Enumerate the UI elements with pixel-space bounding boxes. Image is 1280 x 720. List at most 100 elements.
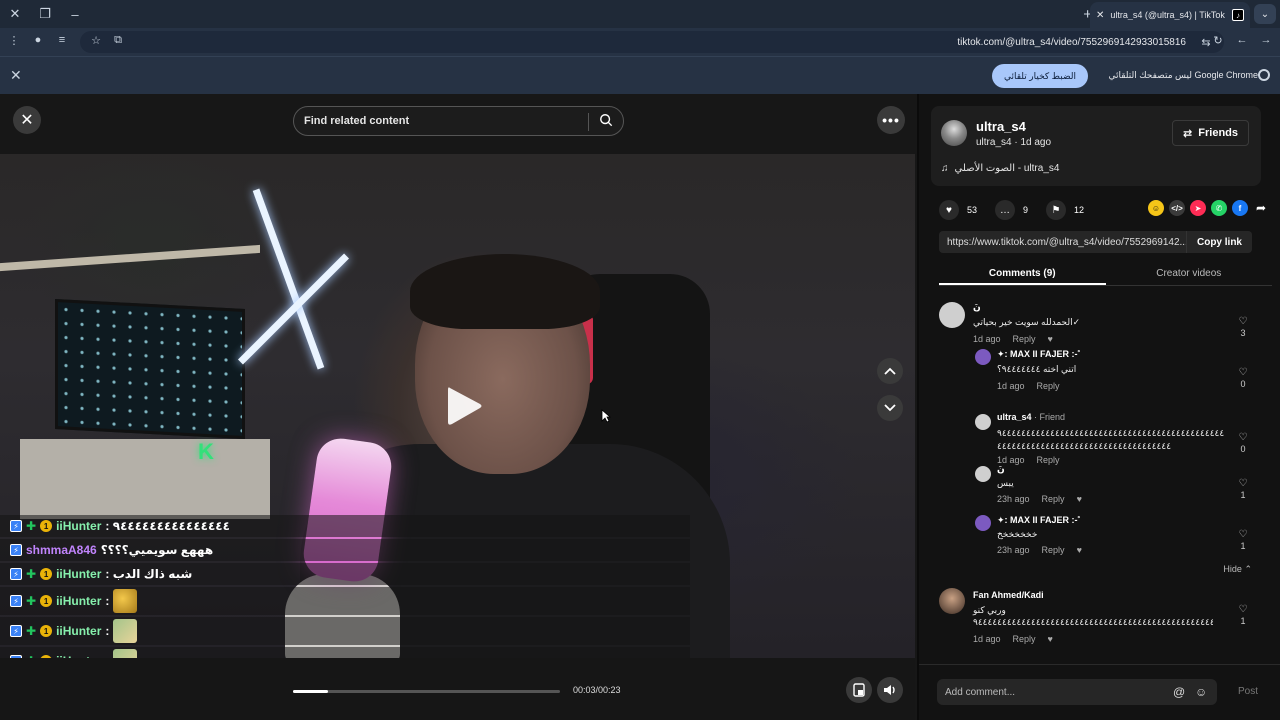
reply-link[interactable]: Reply xyxy=(1037,455,1060,465)
volume-button[interactable] xyxy=(877,677,903,703)
infobar-message: Google Chrome ليس متصفحك التلقائي xyxy=(1108,70,1258,80)
commenter-name[interactable]: نَ xyxy=(997,464,1005,475)
commenter-avatar[interactable] xyxy=(975,515,991,531)
gift-badge-icon: 1 xyxy=(40,595,53,607)
chat-emote xyxy=(113,619,138,643)
tab-close-icon[interactable]: ✕ xyxy=(1096,10,1104,21)
friend-tag: · Friend xyxy=(1031,412,1066,422)
omnibox[interactable]: tiktok.com/@ultra_s4/video/7552969142933… xyxy=(80,31,1224,53)
author-avatar[interactable] xyxy=(941,120,967,146)
commenter-avatar[interactable] xyxy=(939,302,965,328)
comment-like[interactable]: ♡ 0 xyxy=(1236,432,1250,454)
emoji-icon[interactable]: ☺ xyxy=(1195,685,1209,699)
commenter-name-text[interactable]: ultra_s4 xyxy=(997,412,1032,422)
hide-label: Hide xyxy=(1223,564,1242,574)
reading-list-icon[interactable]: ≡ xyxy=(52,34,72,46)
search-icon[interactable] xyxy=(599,113,613,127)
music-info[interactable]: ♫ الصوت الأصلي - ultra_s4 xyxy=(941,163,1059,174)
commenter-avatar[interactable] xyxy=(939,588,965,614)
add-comment-bar: Add comment... @ ☺ Post xyxy=(919,664,1280,720)
window-close-icon[interactable]: ✕ xyxy=(0,0,30,28)
related-search-input[interactable]: Find related content xyxy=(293,106,624,136)
commenter-name[interactable]: نَ xyxy=(973,302,981,313)
comment-time: 1d ago xyxy=(973,634,1001,644)
repost-icon[interactable]: ☺ xyxy=(1148,200,1164,216)
install-app-icon[interactable]: ⧉ xyxy=(108,34,128,47)
comment-like[interactable]: ♡ 1 xyxy=(1236,604,1250,626)
friends-button[interactable]: ⇄ Friends xyxy=(1172,120,1249,146)
tiktok-favicon-icon: ♪ xyxy=(1232,9,1244,21)
forward-icon[interactable]: → xyxy=(1256,34,1276,46)
whatsapp-icon[interactable]: ✆ xyxy=(1211,200,1227,216)
menu-dots-icon[interactable]: ⋮ xyxy=(4,34,24,47)
volume-icon xyxy=(884,685,895,695)
plus-badge-icon: ✚ xyxy=(26,519,37,533)
tab-comments[interactable]: Comments (9) xyxy=(939,264,1106,285)
reply-link[interactable]: Reply xyxy=(1042,494,1065,504)
engagement-bar: ♥ 53 … 9 ⚑ 12 ☺ </> ➤ ✆ f ➦ xyxy=(939,200,1269,220)
post-button[interactable]: Post xyxy=(1238,686,1258,697)
commenter-name[interactable]: ✦: MAX II FAJER :-˚ xyxy=(997,515,1081,526)
neon-light xyxy=(237,253,350,365)
reply-link[interactable]: Reply xyxy=(1042,545,1065,555)
heart-outline-icon: ♡ xyxy=(1238,529,1248,540)
commenter-name[interactable]: ✦: MAX II FAJER :-˚ xyxy=(997,349,1081,360)
heart-outline-icon: ♡ xyxy=(1238,367,1248,378)
close-video-button[interactable]: ✕ xyxy=(13,106,41,134)
comment-icon[interactable]: … xyxy=(995,200,1016,220)
back-icon[interactable]: ← xyxy=(1232,34,1252,46)
embed-code-icon[interactable]: </> xyxy=(1169,200,1185,216)
hide-replies-button[interactable]: Hide ⌃ xyxy=(1223,564,1252,575)
commenter-avatar[interactable] xyxy=(975,466,991,482)
window-minimize-icon[interactable]: – xyxy=(60,0,90,28)
mouse-cursor-icon xyxy=(601,409,611,423)
add-comment-input[interactable]: Add comment... @ ☺ xyxy=(937,679,1217,705)
more-options-button[interactable]: ••• xyxy=(877,106,905,134)
commenter-avatar[interactable] xyxy=(975,414,991,430)
profile-avatar-icon[interactable]: ● xyxy=(28,34,48,46)
bookmark-icon[interactable]: ⚑ xyxy=(1046,200,1067,220)
video-area: ✕ Find related content ••• K ⚡ ✚ 1 iiHunte… xyxy=(0,94,918,720)
browser-tab[interactable]: ✕ ultra_s4 (@ultra_s4) | TikTok ♪ xyxy=(1090,2,1250,28)
comment-like-count: 1 xyxy=(1240,490,1246,500)
previous-video-button[interactable] xyxy=(877,358,903,384)
mention-icon[interactable]: @ xyxy=(1173,685,1187,699)
heart-icon[interactable]: ♥ xyxy=(939,200,959,220)
comment-time: 23h ago xyxy=(997,494,1030,504)
set-default-button[interactable]: الضبط كخيار تلقائي xyxy=(992,64,1088,88)
reload-icon[interactable]: ↻ xyxy=(1208,34,1228,47)
reply-link[interactable]: Reply xyxy=(1013,634,1036,644)
bookmark-star-icon[interactable]: ☆ xyxy=(86,34,106,47)
facebook-icon[interactable]: f xyxy=(1232,200,1248,216)
chat-username: iiHunter xyxy=(56,594,102,608)
comment-like[interactable]: ♡ 3 xyxy=(1236,316,1250,338)
commenter-name[interactable]: Fan Ahmed/Kadi xyxy=(973,590,1044,600)
author-name[interactable]: ultra_s4 xyxy=(976,119,1026,134)
send-to-friends-icon[interactable]: ➤ xyxy=(1190,200,1206,216)
next-video-button[interactable] xyxy=(877,395,903,421)
share-link-field[interactable]: https://www.tiktok.com/@ultra_s4/video/7… xyxy=(939,231,1252,253)
comment-like[interactable]: ♡ 0 xyxy=(1236,367,1250,389)
comment-like[interactable]: ♡ 1 xyxy=(1236,478,1250,500)
progress-bar[interactable] xyxy=(293,690,560,693)
commenter-avatar[interactable] xyxy=(975,349,991,365)
window-restore-icon[interactable]: ❐ xyxy=(30,0,60,28)
commenter-name: ultra_s4 · Friend xyxy=(997,412,1065,422)
tab-search-icon[interactable]: ⌄ xyxy=(1254,4,1276,24)
url-text[interactable]: tiktok.com/@ultra_s4/video/7552969142933… xyxy=(957,37,1186,48)
reply-link[interactable]: Reply xyxy=(1037,381,1060,391)
share-arrow-icon[interactable]: ➦ xyxy=(1253,200,1269,216)
floating-player-button[interactable] xyxy=(846,677,872,703)
comments-list: نَ الحمدلله سويت خير بحياتي✓ 1d ago Repl… xyxy=(919,290,1280,660)
comment-meta: 1d ago Reply ♥ xyxy=(973,334,1053,344)
reply-link[interactable]: Reply xyxy=(1013,334,1036,344)
tab-title: ultra_s4 (@ultra_s4) | TikTok xyxy=(1110,10,1225,20)
infobar-close-icon[interactable]: ✕ xyxy=(10,67,22,84)
tab-creator-videos[interactable]: Creator videos xyxy=(1106,264,1273,285)
comment-like[interactable]: ♡ 1 xyxy=(1236,529,1250,551)
play-icon[interactable] xyxy=(444,384,484,428)
copy-link-button[interactable]: Copy link xyxy=(1185,231,1252,253)
player-controls: 00:03/00:23 xyxy=(0,658,915,720)
browser-tab-bar: ✕ ❐ – + ✕ ultra_s4 (@ultra_s4) | TikTok … xyxy=(0,0,1280,28)
comment-time: 1d ago xyxy=(997,381,1025,391)
